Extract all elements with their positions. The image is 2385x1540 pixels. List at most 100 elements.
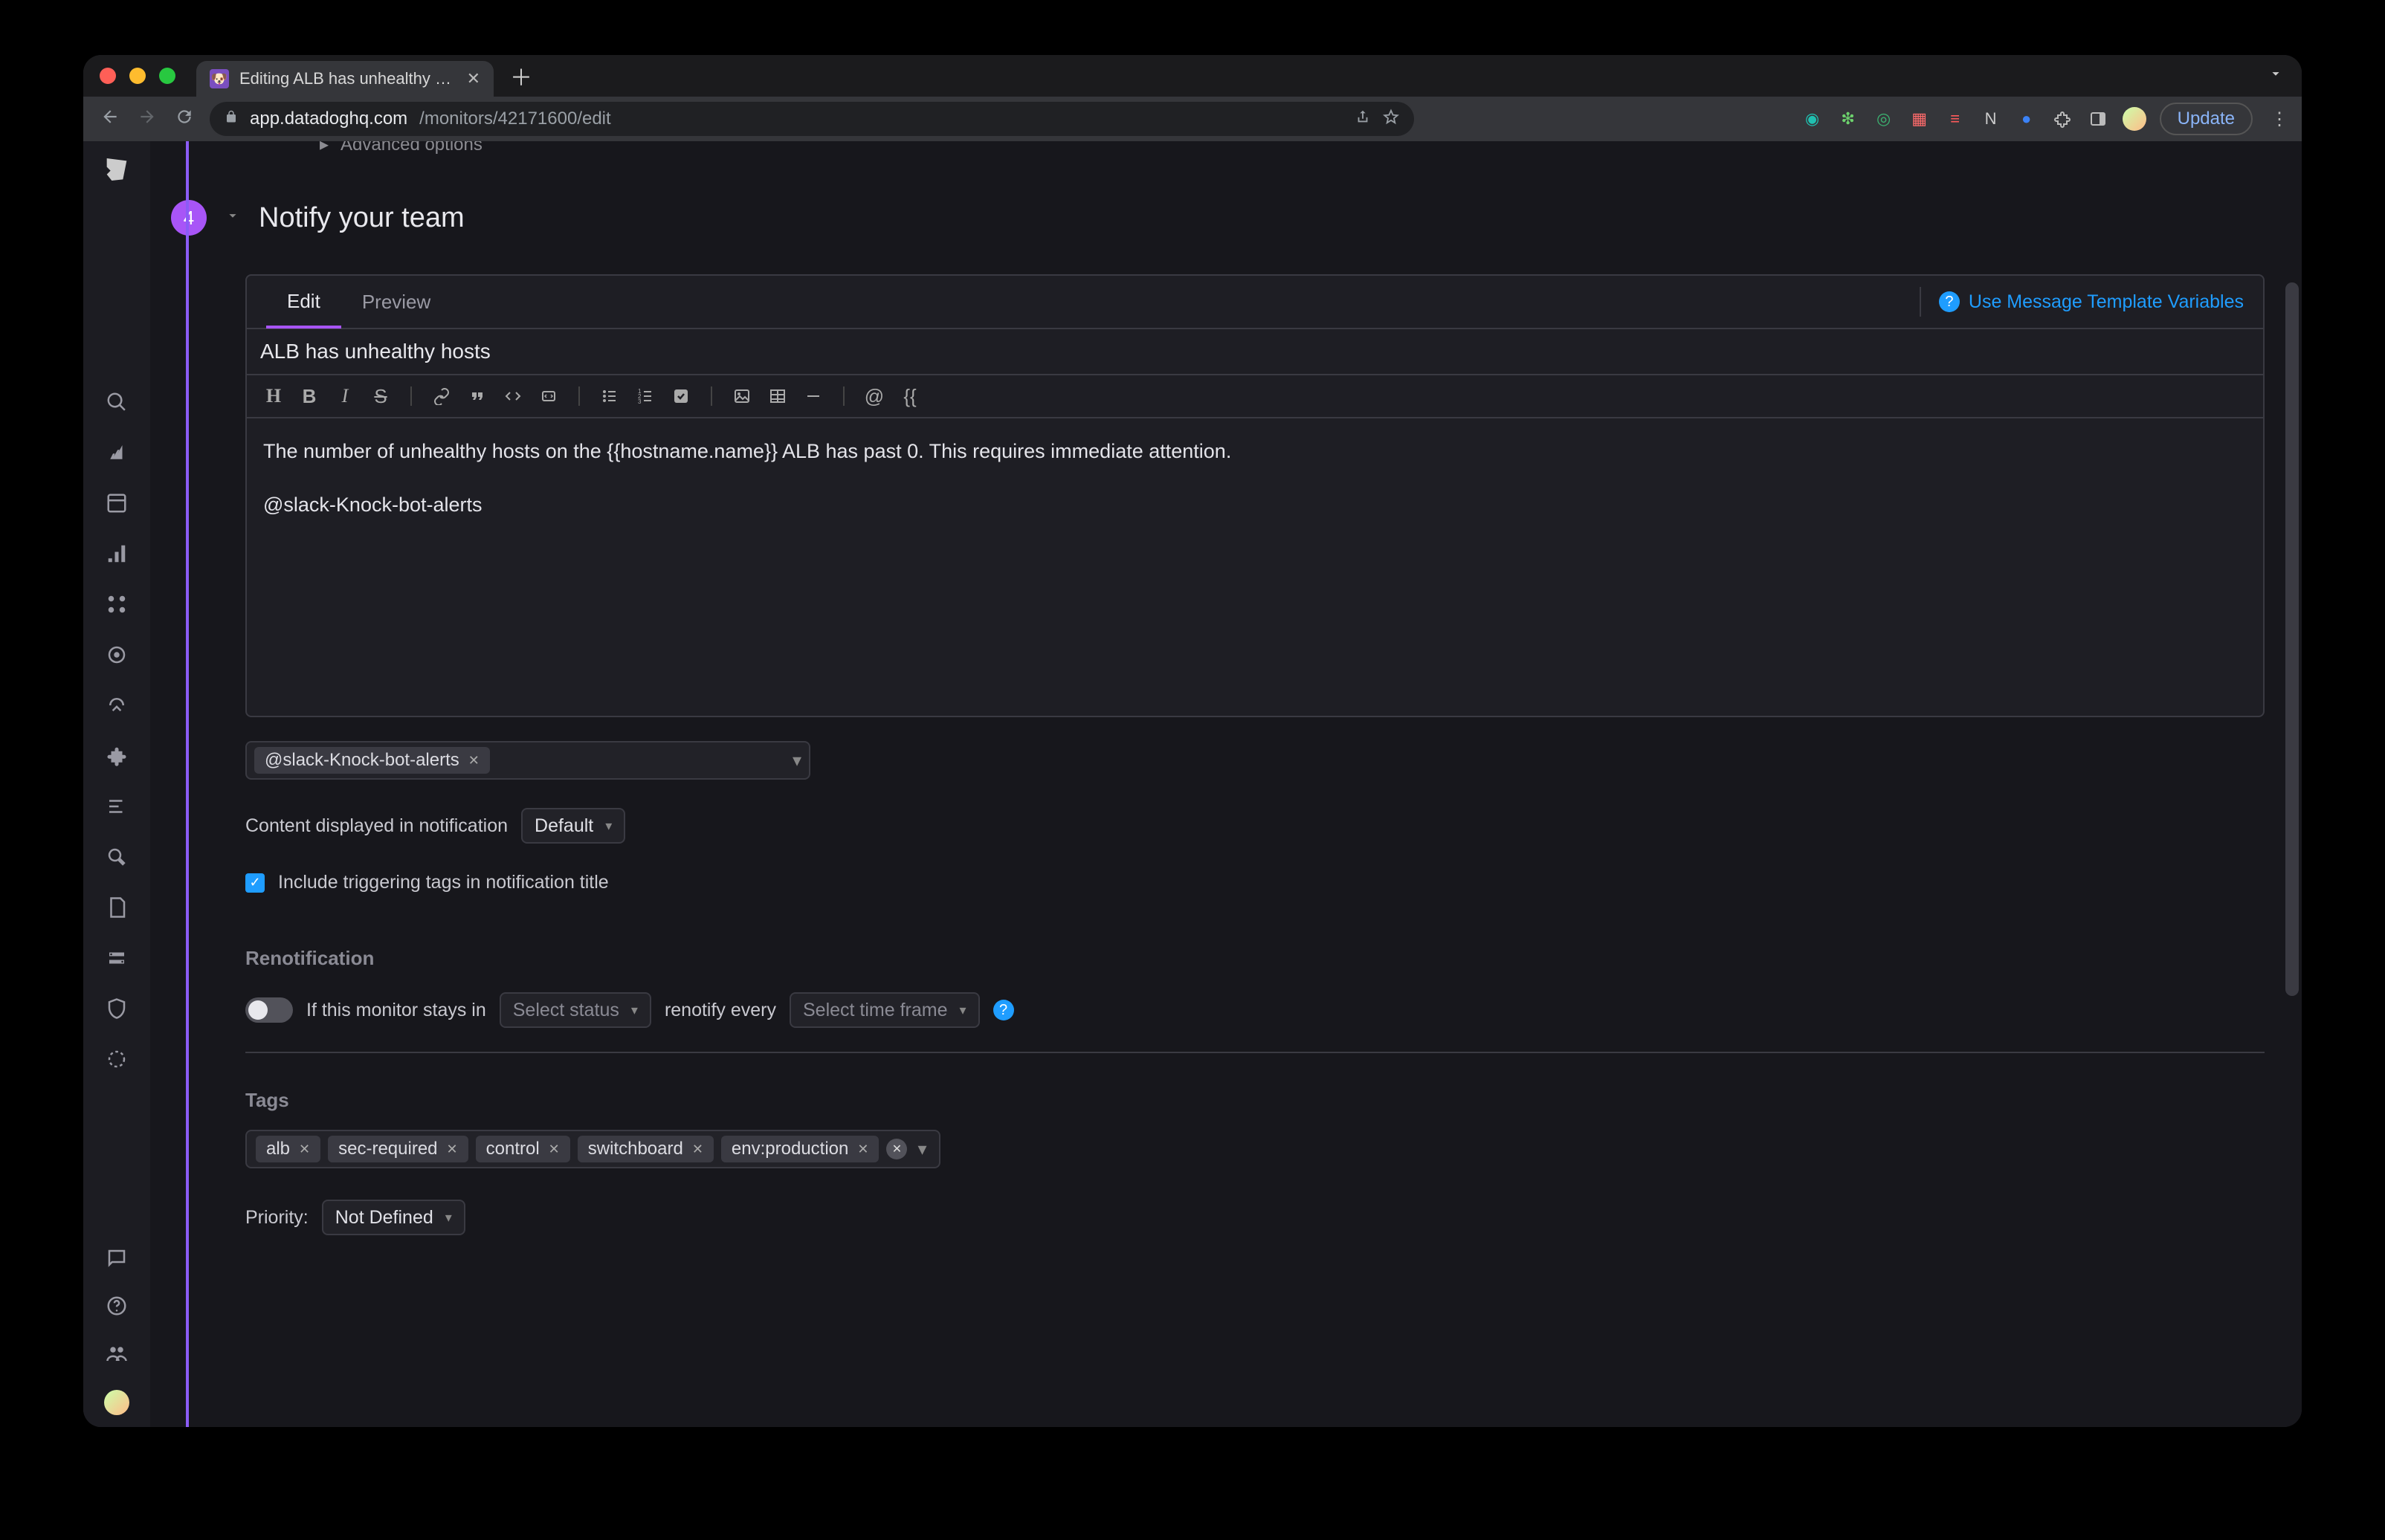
ext-icon-5[interactable]: ≡ (1944, 108, 1966, 130)
ext-icon-7[interactable]: ● (2016, 108, 2038, 130)
security-icon[interactable] (106, 846, 128, 868)
tab-edit[interactable]: Edit (266, 276, 341, 329)
new-tab-button[interactable]: ＋ (510, 59, 532, 92)
search-icon[interactable] (106, 391, 128, 413)
help-icon[interactable] (106, 1295, 128, 1317)
template-variables-link[interactable]: ? Use Message Template Variables (1939, 291, 2244, 313)
extensions-puzzle-icon[interactable] (2051, 108, 2073, 130)
ext-icon-4[interactable]: ▦ (1908, 108, 1931, 130)
heading-button[interactable]: H (260, 383, 287, 410)
remove-tag-icon[interactable]: ✕ (692, 1142, 703, 1157)
tag-chip: env:production✕ (721, 1136, 880, 1162)
dropdown-icon[interactable]: ▾ (793, 750, 801, 771)
renotify-help-icon[interactable]: ? (993, 1000, 1014, 1020)
browser-tab[interactable]: 🐶 Editing ALB has unhealthy hos… ✕ (196, 61, 494, 97)
tab-close-icon[interactable]: ✕ (467, 69, 480, 88)
clear-tags-icon[interactable]: ✕ (886, 1139, 907, 1159)
renotify-toggle[interactable] (245, 997, 293, 1023)
tab-overview-icon[interactable] (2268, 65, 2284, 87)
include-tags-row: ✓ Include triggering tags in notificatio… (245, 872, 2265, 893)
message-mention: @slack-Knock-bot-alerts (263, 488, 2247, 522)
window-close[interactable] (100, 68, 116, 84)
renotify-timeframe-select[interactable]: Select time frame ▾ (790, 992, 980, 1028)
shield-icon[interactable] (106, 997, 128, 1020)
subject-field[interactable] (247, 329, 2263, 375)
tab-preview[interactable]: Preview (341, 276, 451, 328)
logs-icon[interactable] (106, 795, 128, 818)
ci-icon[interactable] (106, 947, 128, 969)
advanced-options-label: Advanced options (341, 141, 483, 155)
include-tags-checkbox[interactable]: ✓ (245, 873, 265, 893)
image-button[interactable] (729, 383, 755, 410)
ext-icon-2[interactable]: ❇ (1837, 108, 1859, 130)
content-display-value: Default (535, 815, 593, 837)
bullet-list-button[interactable] (596, 383, 623, 410)
browser-window: 🐶 Editing ALB has unhealthy hos… ✕ ＋ app… (83, 55, 2302, 1427)
tag-chip: alb✕ (256, 1136, 320, 1162)
codeblock-button[interactable] (535, 383, 562, 410)
mention-button[interactable]: @ (861, 383, 888, 410)
scrollbar-thumb[interactable] (2285, 282, 2299, 996)
browser-menu-icon[interactable]: ⋮ (2266, 109, 2293, 130)
priority-select[interactable]: Not Defined ▾ (322, 1200, 465, 1235)
ext-icon-1[interactable]: ◉ (1801, 108, 1824, 130)
content-display-select[interactable]: Default ▾ (521, 808, 625, 844)
strike-button[interactable]: S (367, 383, 394, 410)
share-icon[interactable] (1355, 109, 1371, 130)
checklist-button[interactable] (668, 383, 694, 410)
dashboards-icon[interactable] (106, 492, 128, 514)
variable-button[interactable]: {{ (897, 383, 923, 410)
hr-button[interactable] (800, 383, 827, 410)
integrations-icon[interactable] (106, 745, 128, 767)
nav-reload-icon[interactable] (172, 107, 196, 132)
chat-icon[interactable] (106, 1247, 128, 1269)
ext-icon-3[interactable]: ◎ (1873, 108, 1895, 130)
apm-icon[interactable] (106, 694, 128, 716)
numbered-list-button[interactable]: 123 (632, 383, 659, 410)
remove-tag-icon[interactable]: ✕ (299, 1142, 310, 1157)
bold-button[interactable]: B (296, 383, 323, 410)
browser-update-button[interactable]: Update (2160, 103, 2253, 135)
recipient-chip-label: @slack-Knock-bot-alerts (265, 750, 459, 771)
ux-icon[interactable] (106, 1048, 128, 1070)
window-minimize[interactable] (129, 68, 146, 84)
remove-recipient-icon[interactable]: ✕ (468, 753, 480, 769)
advanced-options-toggle[interactable]: ▸ Advanced options (245, 141, 2265, 155)
team-icon[interactable] (106, 1342, 128, 1365)
remove-tag-icon[interactable]: ✕ (447, 1142, 458, 1157)
user-avatar[interactable] (104, 1390, 129, 1415)
sidepanel-icon[interactable] (2087, 108, 2109, 130)
ext-icon-6[interactable]: N (1980, 108, 2002, 130)
section-divider (245, 1052, 2265, 1053)
quote-button[interactable] (464, 383, 491, 410)
slo-icon[interactable] (106, 644, 128, 666)
nav-forward-icon[interactable] (135, 107, 159, 132)
renotify-status-select[interactable]: Select status ▾ (500, 992, 651, 1028)
subject-input[interactable] (260, 340, 2250, 363)
remove-tag-icon[interactable]: ✕ (857, 1142, 868, 1157)
remove-tag-icon[interactable]: ✕ (549, 1142, 560, 1157)
link-button[interactable] (428, 383, 455, 410)
section-header[interactable]: 4 Notify your team (171, 200, 2265, 236)
tags-dropdown-icon[interactable]: ▾ (914, 1139, 929, 1160)
recipient-input[interactable]: @slack-Knock-bot-alerts ✕ ▾ (245, 741, 810, 780)
tags-input[interactable]: alb✕sec-required✕control✕switchboard✕env… (245, 1130, 940, 1168)
italic-button[interactable]: I (332, 383, 358, 410)
bookmark-icon[interactable] (1383, 109, 1399, 130)
renotify-text-2: renotify every (665, 1000, 776, 1021)
renotification-row: If this monitor stays in Select status ▾… (245, 992, 2265, 1028)
infrastructure-icon[interactable] (106, 543, 128, 565)
code-button[interactable] (500, 383, 526, 410)
notebooks-icon[interactable] (106, 896, 128, 919)
message-body[interactable]: The number of unhealthy hosts on the {{h… (247, 418, 2263, 716)
nav-back-icon[interactable] (98, 107, 122, 132)
datadog-logo[interactable] (100, 153, 133, 186)
monitors-icon[interactable] (106, 593, 128, 615)
window-zoom[interactable] (159, 68, 175, 84)
renotification-heading: Renotification (245, 947, 2265, 970)
table-button[interactable] (764, 383, 791, 410)
section-title: Notify your team (259, 202, 465, 234)
watchdog-icon[interactable] (106, 441, 128, 464)
url-field[interactable]: app.datadoghq.com/monitors/42171600/edit (210, 102, 1414, 136)
profile-avatar[interactable] (2123, 107, 2146, 131)
